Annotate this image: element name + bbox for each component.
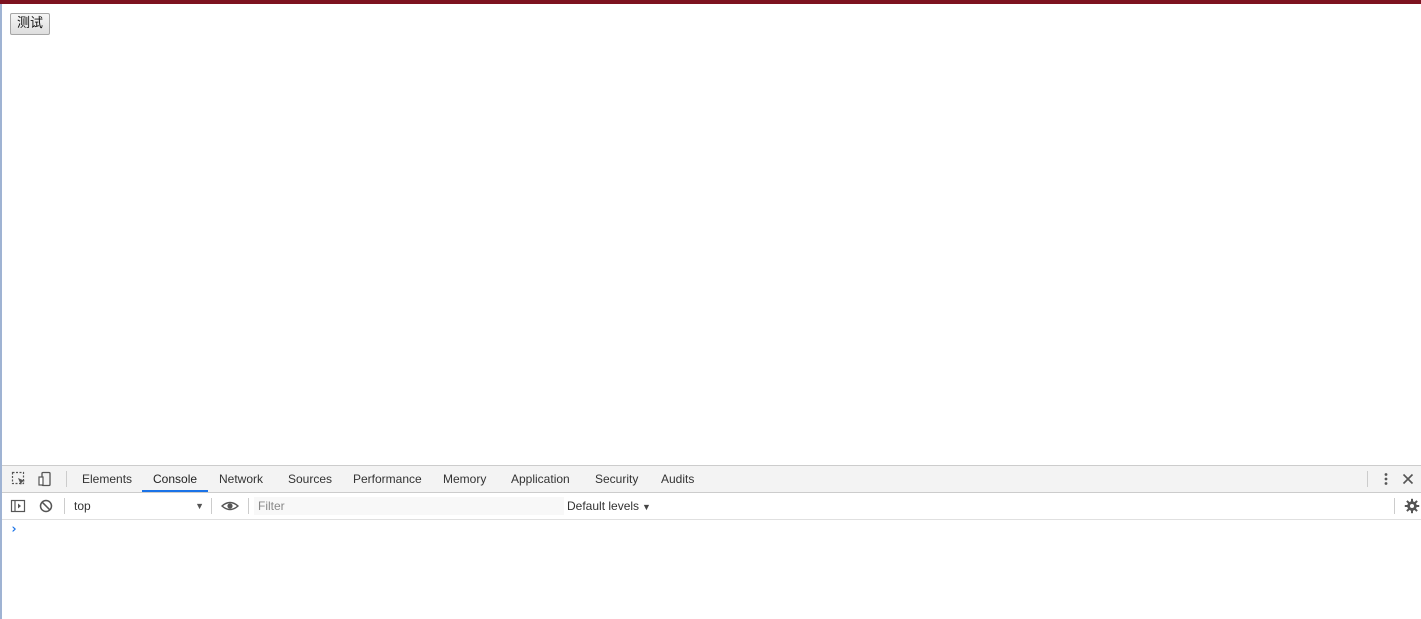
- context-selector[interactable]: top ▼: [68, 496, 208, 516]
- console-input[interactable]: [24, 522, 1404, 540]
- tab-application[interactable]: Application: [511, 466, 570, 492]
- tab-elements[interactable]: Elements: [82, 466, 132, 492]
- close-icon[interactable]: [1398, 469, 1418, 489]
- page-viewport: 测试: [2, 4, 1421, 465]
- toolbar-divider: [66, 471, 67, 487]
- inspect-element-icon[interactable]: [9, 469, 29, 489]
- more-vert-icon[interactable]: [1376, 469, 1396, 489]
- live-expression-eye-icon[interactable]: [220, 496, 240, 516]
- devtools-panel: Elements Console Network Sources Perform…: [2, 465, 1421, 619]
- filter-input[interactable]: [254, 497, 564, 515]
- device-toolbar-icon[interactable]: [35, 469, 55, 489]
- filterbar-divider-right: [1394, 498, 1395, 514]
- context-value: top: [74, 499, 91, 513]
- tab-network[interactable]: Network: [219, 466, 263, 492]
- tab-security[interactable]: Security: [595, 466, 638, 492]
- filterbar-divider: [64, 498, 65, 514]
- chevron-down-icon: ▼: [642, 502, 651, 512]
- gear-icon[interactable]: [1402, 496, 1421, 516]
- console-prompt-icon: ›: [10, 522, 18, 537]
- tab-audits[interactable]: Audits: [661, 466, 694, 492]
- sidebar-toggle-icon[interactable]: [8, 496, 28, 516]
- tab-sources[interactable]: Sources: [288, 466, 332, 492]
- log-levels-dropdown[interactable]: Default levels ▼: [567, 496, 651, 516]
- log-levels-label: Default levels: [567, 499, 640, 513]
- console-filterbar: top ▼ Default levels▼: [2, 493, 1421, 520]
- toolbar-divider-right: [1367, 471, 1368, 487]
- filterbar-divider-2: [211, 498, 212, 514]
- browser-window: 测试 Elements Console Network Sources Perf…: [0, 0, 1421, 619]
- test-button[interactable]: 测试: [10, 13, 51, 35]
- tab-console[interactable]: Console: [142, 466, 209, 492]
- filterbar-divider-3: [248, 498, 249, 514]
- clear-console-icon[interactable]: [36, 496, 56, 516]
- console-output: ›: [2, 520, 1421, 619]
- tab-performance[interactable]: Performance: [353, 466, 422, 492]
- chevron-down-icon: ▼: [195, 501, 204, 511]
- devtools-tabbar: Elements Console Network Sources Perform…: [2, 466, 1421, 493]
- tab-memory[interactable]: Memory: [443, 466, 486, 492]
